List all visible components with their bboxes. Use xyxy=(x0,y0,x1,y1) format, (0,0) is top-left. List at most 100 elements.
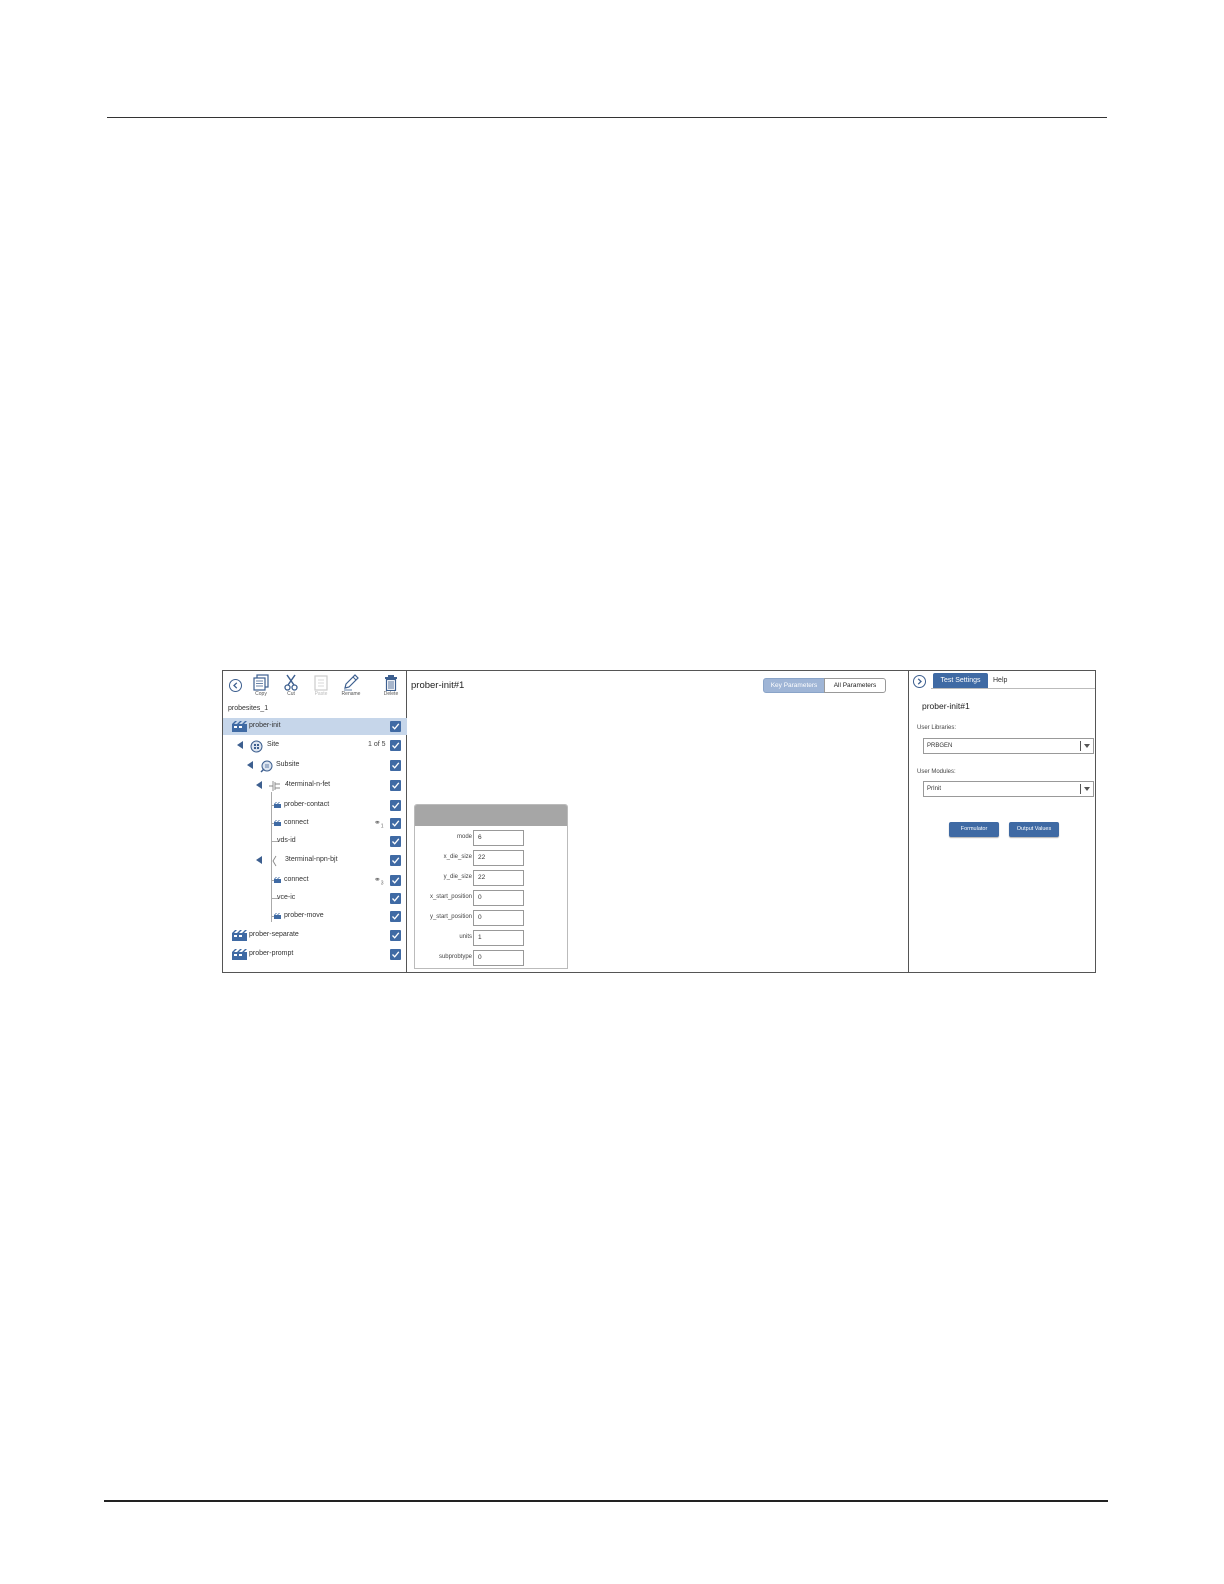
site-icon xyxy=(250,740,263,753)
param-row-x-start-position: x_start_position 0 xyxy=(415,888,569,908)
page-header-rule xyxy=(107,117,1107,118)
tab-key-parameters[interactable]: Key Parameters xyxy=(763,678,825,693)
param-row-mode: mode 6 xyxy=(415,828,569,848)
param-label: units xyxy=(459,934,472,940)
checkbox-checked[interactable] xyxy=(390,836,401,847)
copy-button[interactable]: Copy xyxy=(247,674,275,697)
formulator-button[interactable]: Formulator xyxy=(949,822,999,837)
cut-button[interactable]: Cut xyxy=(277,674,305,697)
checkbox-checked[interactable] xyxy=(390,893,401,904)
project-tree-pane: Copy Cut Paste Rename Delete probesites_… xyxy=(223,671,407,972)
clarius-window: Copy Cut Paste Rename Delete probesites_… xyxy=(222,670,1096,973)
card-header xyxy=(415,805,567,826)
tree-item-label: connect xyxy=(284,819,309,826)
delete-button[interactable]: Delete xyxy=(377,674,405,697)
param-label: x_start_position xyxy=(429,894,472,900)
tree-item-vce-ic[interactable]: vce-ic xyxy=(223,890,407,907)
param-input[interactable]: 0 xyxy=(473,950,524,966)
parameters-pane: prober-init#1 Key Parameters All Paramet… xyxy=(407,671,909,972)
rename-button[interactable]: Rename xyxy=(337,674,365,697)
site-count: 1 of 5 xyxy=(368,741,386,748)
tab-help[interactable]: Help xyxy=(993,673,1007,688)
tree-item-subsite[interactable]: Subsite xyxy=(223,757,407,774)
param-input[interactable]: 1 xyxy=(473,930,524,946)
checkbox-checked[interactable] xyxy=(390,721,401,732)
tab-all-parameters[interactable]: All Parameters xyxy=(824,678,886,693)
collapse-triangle-icon[interactable] xyxy=(237,741,243,749)
tree-item-label: prober-prompt xyxy=(249,950,294,957)
tree-item-prober-init[interactable]: prober-init xyxy=(223,718,407,735)
link-count: 1 xyxy=(380,823,384,830)
user-libraries-label: User Libraries: xyxy=(917,725,957,731)
checkbox-checked[interactable] xyxy=(390,930,401,941)
settings-pane: Test Settings Help prober-init#1 User Li… xyxy=(909,671,1095,972)
paste-label: Paste xyxy=(314,691,328,697)
collapse-triangle-icon[interactable] xyxy=(256,856,262,864)
user-libraries-select[interactable]: PRBGEN xyxy=(923,738,1094,754)
tree-item-prober-prompt[interactable]: prober-prompt xyxy=(223,946,407,963)
bjt-device-icon xyxy=(272,855,277,867)
collapse-right-icon[interactable] xyxy=(913,675,926,688)
param-row-y-die-size: y_die_size 22 xyxy=(415,868,569,888)
checkbox-checked[interactable] xyxy=(390,911,401,922)
tree-item-label: Subsite xyxy=(276,761,300,768)
checkbox-checked[interactable] xyxy=(390,740,401,751)
tree-item-prober-move[interactable]: prober-move xyxy=(223,908,407,925)
param-input[interactable]: 0 xyxy=(473,910,524,926)
tree-item-label: Site xyxy=(267,741,280,748)
tree-item-4terminal-n-fet[interactable]: 4terminal-n-fet xyxy=(223,777,407,794)
param-label: x_die_size xyxy=(443,854,472,860)
tab-test-settings[interactable]: Test Settings xyxy=(933,673,988,688)
paste-button[interactable]: Paste xyxy=(307,674,335,697)
param-input[interactable]: 0 xyxy=(473,890,524,906)
tree-item-connect[interactable]: connect ⚭1 xyxy=(223,815,407,832)
user-modules-select[interactable]: PrInit xyxy=(923,781,1094,797)
tree-item-vds-id[interactable]: vds-id xyxy=(223,833,407,850)
action-icon xyxy=(274,877,281,883)
param-input[interactable]: 6 xyxy=(473,830,524,846)
page-footer-rule xyxy=(104,1500,1108,1502)
link-icon: ⚭1 xyxy=(374,818,384,830)
param-label: mode xyxy=(456,834,472,840)
link-icon: ⚭3 xyxy=(374,875,384,887)
output-values-button[interactable]: Output Values xyxy=(1009,822,1059,837)
tree-item-label: 3terminal-npn-bjt xyxy=(285,856,338,863)
checkbox-checked[interactable] xyxy=(390,875,401,886)
chevron-down-icon xyxy=(1084,787,1090,791)
collapse-triangle-icon[interactable] xyxy=(247,761,253,769)
tree-item-prober-separate[interactable]: prober-separate xyxy=(223,927,407,944)
checkbox-checked[interactable] xyxy=(390,855,401,866)
tab-divider xyxy=(931,688,1095,689)
param-label: subprobtype xyxy=(438,954,472,960)
user-libraries-value: PRBGEN xyxy=(927,743,953,749)
checkbox-checked[interactable] xyxy=(390,780,401,791)
tree-item-site[interactable]: Site 1 of 5 xyxy=(223,737,407,754)
tree-item-prober-contact[interactable]: prober-contact xyxy=(223,797,407,814)
link-count: 3 xyxy=(380,880,384,887)
checkbox-checked[interactable] xyxy=(390,949,401,960)
chevron-down-icon xyxy=(1084,744,1090,748)
checkbox-checked[interactable] xyxy=(390,760,401,771)
checkbox-checked[interactable] xyxy=(390,800,401,811)
trash-icon xyxy=(385,675,397,691)
checkbox-checked[interactable] xyxy=(390,818,401,829)
item-title: prober-init#1 xyxy=(411,680,465,691)
fet-device-icon xyxy=(269,781,280,791)
param-row-y-start-position: y_start_position 0 xyxy=(415,908,569,928)
tree-item-3terminal-npn-bjt[interactable]: 3terminal-npn-bjt xyxy=(223,852,407,869)
tree-item-label: 4terminal-n-fet xyxy=(285,781,331,788)
action-icon xyxy=(232,949,247,960)
tree-item-connect[interactable]: connect ⚭3 xyxy=(223,872,407,889)
action-icon xyxy=(232,930,247,941)
select-divider xyxy=(1080,784,1081,794)
action-icon xyxy=(274,802,281,808)
delete-label: Delete xyxy=(383,691,399,697)
scissors-icon xyxy=(284,674,298,691)
collapse-left-icon[interactable] xyxy=(229,679,242,692)
tree-item-label: vds-id xyxy=(277,837,296,844)
select-divider xyxy=(1080,741,1081,751)
collapse-triangle-icon[interactable] xyxy=(256,781,262,789)
settings-title: prober-init#1 xyxy=(922,701,970,711)
param-input[interactable]: 22 xyxy=(473,870,524,886)
param-input[interactable]: 22 xyxy=(473,850,524,866)
